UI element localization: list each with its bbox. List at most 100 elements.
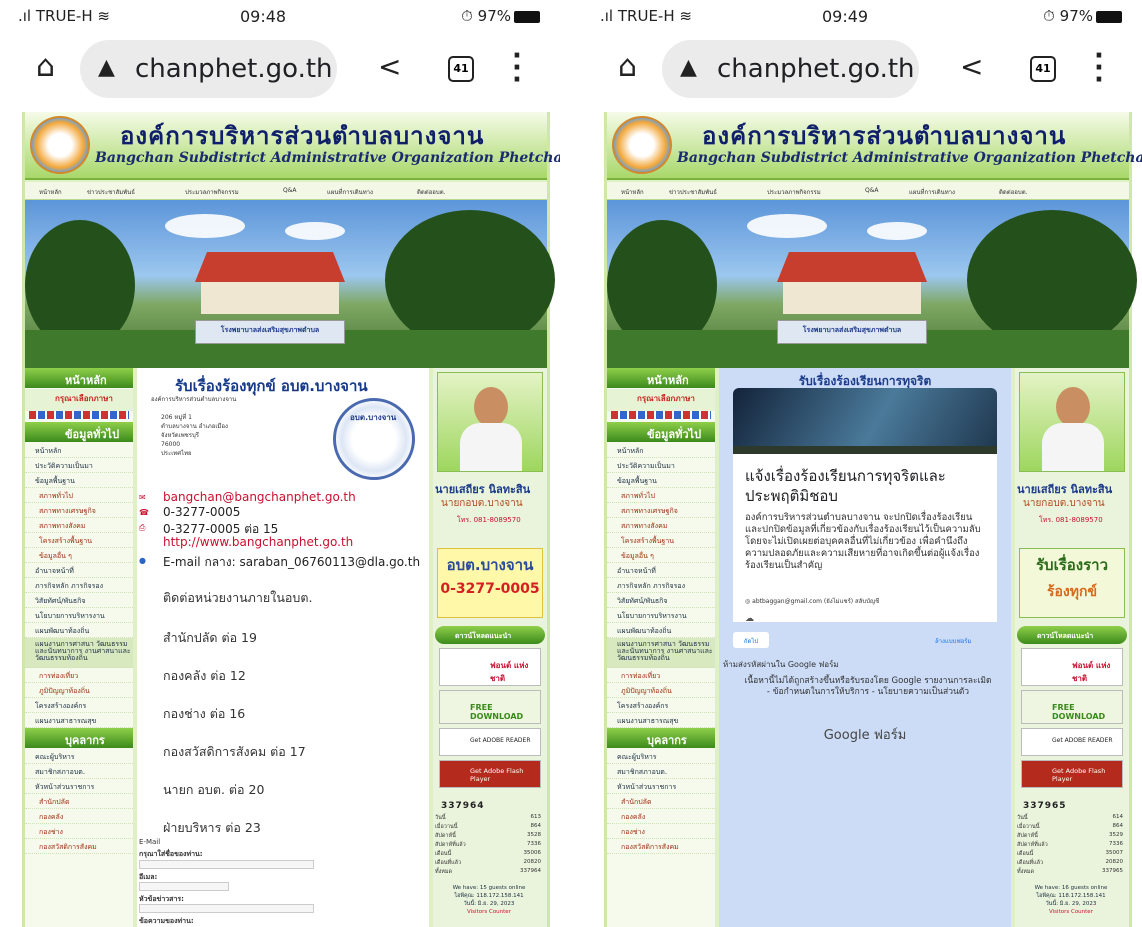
sidebar-item[interactable]: การท่องเที่ยว (607, 668, 715, 683)
sidebar-item[interactable]: สภาพทั่วไป (25, 488, 133, 503)
sidebar-item[interactable]: วิสัยทัศน์/พันธกิจ (607, 593, 715, 608)
contact-website[interactable]: http://www.bangchanphet.go.th (163, 535, 353, 549)
nav-qa[interactable]: Q&A (283, 187, 297, 194)
people-item[interactable]: กองสวัสดิการสังคม (607, 839, 715, 854)
people-item[interactable]: สมาชิกสภาอบต. (607, 764, 715, 779)
sidebar-item[interactable]: โครงสร้างองค์กร (607, 698, 715, 713)
people-item[interactable]: กองช่าง (607, 824, 715, 839)
sidebar-item[interactable]: โครงสร้างพื้นฐาน (25, 533, 133, 548)
address-bar[interactable]: ▲ chanphet.go.th (80, 40, 337, 98)
people-item[interactable]: คณะผู้บริหาร (25, 749, 133, 764)
adobe-reader-download[interactable]: Get ADOBE READER (1021, 728, 1123, 756)
sidebar-item[interactable]: วิสัยทัศน์/พันธกิจ (25, 593, 133, 608)
subject-input[interactable] (139, 904, 314, 913)
sidebar-item[interactable]: ภารกิจหลัก ภารกิจรอง (25, 578, 133, 593)
address-bar[interactable]: ▲ chanphet.go.th (662, 40, 919, 98)
nav-home[interactable]: หน้าหลัก (621, 187, 644, 197)
sidebar-item[interactable]: สภาพทางเศรษฐกิจ (25, 503, 133, 518)
sidebar-item[interactable]: นโยบายการบริหารงาน (607, 608, 715, 623)
sidebar-item[interactable]: แผนงานสาธารณสุข (25, 713, 133, 728)
sidebar-item[interactable]: ข้อมูลพื้นฐาน (25, 473, 133, 488)
complaint-banner[interactable]: รับเรื่องราว ร้องทุกข์ (1019, 548, 1125, 618)
flash-player-download[interactable]: Get Adobe Flash Player (439, 760, 541, 788)
nav-news[interactable]: ข่าวประชาสัมพันธ์ (669, 187, 717, 197)
phone-banner[interactable]: อบต.บางจาน 0-3277-0005 (437, 548, 543, 618)
name-input[interactable] (139, 860, 314, 869)
sidebar-item[interactable]: ข้อมูลอื่น ๆ (607, 548, 715, 563)
adobe-reader-download[interactable]: Get ADOBE READER (439, 728, 541, 756)
people-item[interactable]: กองคลัง (607, 809, 715, 824)
people-item[interactable]: กองช่าง (25, 824, 133, 839)
tab-switcher-button[interactable]: 41 (1030, 56, 1056, 82)
sidebar-item[interactable]: ประวัติความเป็นมา (25, 458, 133, 473)
google-forms-logo[interactable]: Google ฟอร์ม (719, 724, 1011, 745)
sidebar-item[interactable]: อำนาจหน้าที่ (607, 563, 715, 578)
nav-map[interactable]: แผนที่การเดินทาง (327, 187, 373, 197)
sidebar-item[interactable]: แผนพัฒนาท้องถิ่น (25, 623, 133, 638)
more-menu-icon[interactable]: · · · (1094, 43, 1104, 93)
people-item[interactable]: กองสวัสดิการสังคม (25, 839, 133, 854)
language-flags[interactable] (611, 411, 711, 419)
sidebar-item[interactable]: การท่องเที่ยว (25, 668, 133, 683)
sidebar-item[interactable]: สภาพทั่วไป (607, 488, 715, 503)
nav-gallery[interactable]: ประมวลภาพกิจกรรม (767, 187, 821, 197)
url-text[interactable]: chanphet.go.th (717, 54, 915, 84)
sidebar-item[interactable]: ข้อมูลพื้นฐาน (607, 473, 715, 488)
nav-news[interactable]: ข่าวประชาสัมพันธ์ (87, 187, 135, 197)
sidebar-home-header[interactable]: หน้าหลัก (607, 368, 715, 388)
people-item[interactable]: กองคลัง (25, 809, 133, 824)
url-text[interactable]: chanphet.go.th (135, 54, 333, 84)
sidebar-item[interactable]: โครงสร้างองค์กร (25, 698, 133, 713)
thai-font-download[interactable]: ฟอนต์ แห่งชาติ (1021, 648, 1123, 686)
language-flags[interactable] (29, 411, 129, 419)
form-footer[interactable]: เนื้อหานี้ไม่ได้ถูกสร้างขึ้นหรือรับรองโด… (743, 676, 993, 698)
account-info[interactable]: ◎ abtbaggan@gmail.com (ยังไม่แชร์) สลับบ… (745, 596, 879, 606)
people-item[interactable]: หัวหน้าส่วนราชการ (607, 779, 715, 794)
sidebar-home-header[interactable]: หน้าหลัก (25, 368, 133, 388)
people-item[interactable]: สำนักปลัด (607, 794, 715, 809)
warning-icon[interactable]: ▲ (98, 55, 115, 80)
nav-gallery[interactable]: ประมวลภาพกิจกรรม (185, 187, 239, 197)
sidebar-item[interactable]: สภาพทางสังคม (25, 518, 133, 533)
next-button[interactable]: ถัดไป (733, 632, 769, 648)
share-icon[interactable]: < (378, 50, 401, 83)
tab-switcher-button[interactable]: 41 (448, 56, 474, 82)
sidebar-item[interactable]: หน้าหลัก (25, 443, 133, 458)
sidebar-item[interactable]: ภูมิปัญญาท้องถิ่น (607, 683, 715, 698)
sidebar-item[interactable]: ภูมิปัญญาท้องถิ่น (25, 683, 133, 698)
language-selector[interactable]: กรุณาเลือกภาษา (25, 389, 133, 411)
sidebar-item[interactable]: แผนงานการศาสนา วัฒนธรรมและนันทนาการ งานศ… (25, 638, 133, 668)
language-selector[interactable]: กรุณาเลือกภาษา (607, 389, 715, 411)
people-item[interactable]: หัวหน้าส่วนราชการ (25, 779, 133, 794)
sidebar-item[interactable]: แผนงานการศาสนา วัฒนธรรมและนันทนาการ งานศ… (607, 638, 715, 668)
nav-contact[interactable]: ติดต่ออบต. (417, 187, 446, 197)
home-icon[interactable]: ⌂ (36, 52, 55, 82)
sidebar-item[interactable]: แผนงานสาธารณสุข (607, 713, 715, 728)
more-menu-icon[interactable]: · · · (512, 43, 522, 93)
sidebar-item[interactable]: แผนพัฒนาท้องถิ่น (607, 623, 715, 638)
flash-player-download[interactable]: Get Adobe Flash Player (1021, 760, 1123, 788)
sidebar-item[interactable]: นโยบายการบริหารงาน (25, 608, 133, 623)
warning-icon[interactable]: ▲ (680, 55, 697, 80)
nav-contact[interactable]: ติดต่ออบต. (999, 187, 1028, 197)
ict-download[interactable]: FREE DOWNLOAD (439, 690, 541, 724)
nav-map[interactable]: แผนที่การเดินทาง (909, 187, 955, 197)
thai-font-download[interactable]: ฟอนต์ แห่งชาติ (439, 648, 541, 686)
people-item[interactable]: สำนักปลัด (25, 794, 133, 809)
share-icon[interactable]: < (960, 50, 983, 83)
nav-qa[interactable]: Q&A (865, 187, 879, 194)
sidebar-item[interactable]: ประวัติความเป็นมา (607, 458, 715, 473)
sidebar-item[interactable]: โครงสร้างพื้นฐาน (607, 533, 715, 548)
email-input[interactable] (139, 882, 229, 891)
sidebar-item[interactable]: ภารกิจหลัก ภารกิจรอง (607, 578, 715, 593)
people-item[interactable]: คณะผู้บริหาร (607, 749, 715, 764)
sidebar-item[interactable]: สภาพทางสังคม (607, 518, 715, 533)
people-item[interactable]: สมาชิกสภาอบต. (25, 764, 133, 779)
ict-download[interactable]: FREE DOWNLOAD (1021, 690, 1123, 724)
home-icon[interactable]: ⌂ (618, 52, 637, 82)
sidebar-item[interactable]: สภาพทางเศรษฐกิจ (607, 503, 715, 518)
contact-email[interactable]: bangchan@bangchanphet.go.th (163, 490, 356, 504)
clear-form-button[interactable]: ล้างแบบฟอร์ม (935, 636, 972, 646)
sidebar-item[interactable]: หน้าหลัก (607, 443, 715, 458)
sidebar-item[interactable]: ข้อมูลอื่น ๆ (25, 548, 133, 563)
